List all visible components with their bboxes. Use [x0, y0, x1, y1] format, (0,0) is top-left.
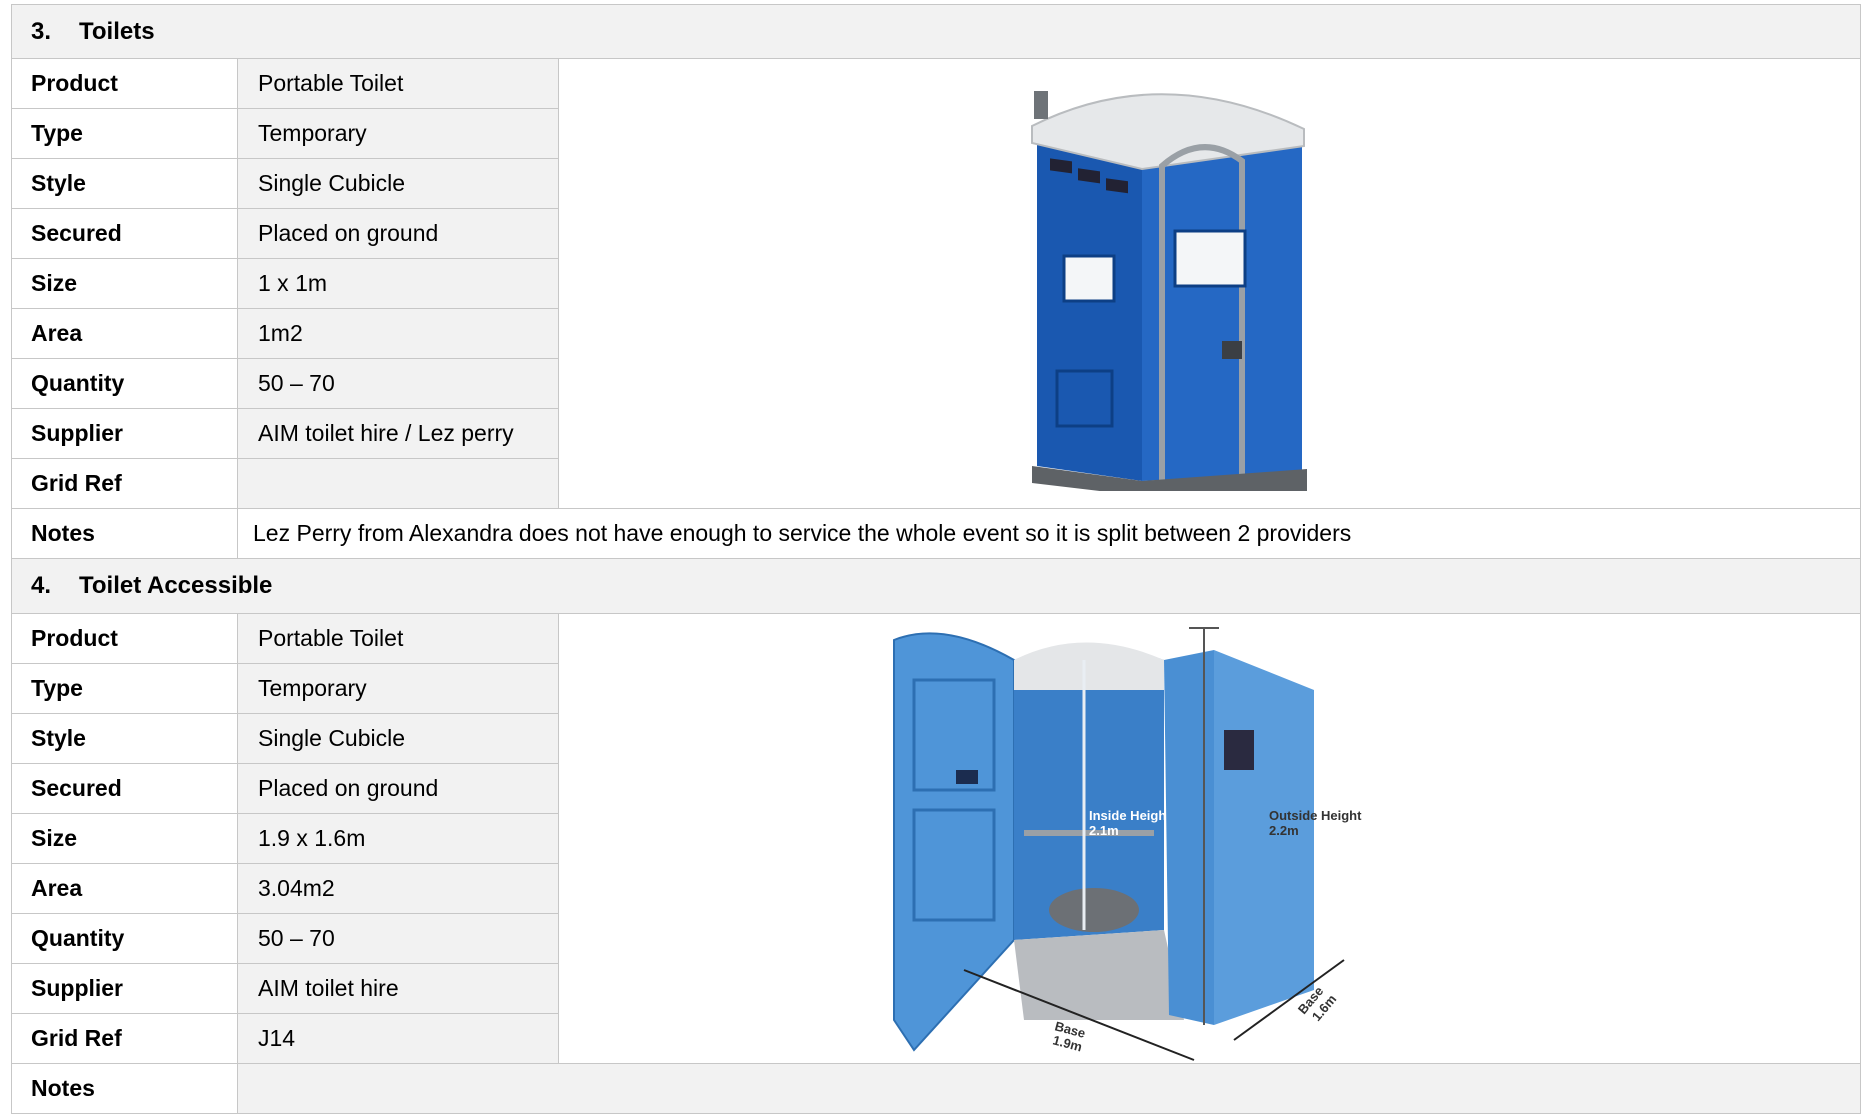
- row-value: Placed on ground: [237, 763, 559, 814]
- toilet-image-cell: [558, 58, 1861, 509]
- row-label: Grid Ref: [11, 458, 238, 509]
- blue-portable-toilet-photo: [560, 60, 1860, 508]
- section-title: Toilets: [79, 17, 155, 45]
- section-number: 3.: [31, 17, 52, 45]
- row-label: Secured: [11, 208, 238, 259]
- notes-text: Lez Perry from Alexandra does not have e…: [237, 508, 1861, 559]
- row-label: Quantity: [11, 913, 238, 964]
- row-value: AIM toilet hire / Lez perry: [237, 408, 559, 459]
- section-header-toilets: 3. Toilets: [11, 4, 1861, 59]
- section-title: Toilet Accessible: [79, 572, 273, 599]
- row-value: AIM toilet hire: [237, 963, 559, 1014]
- row-label: Quantity: [11, 358, 238, 409]
- row-value: Single Cubicle: [237, 713, 559, 764]
- row-label: Product: [11, 58, 238, 109]
- row-label: Grid Ref: [11, 1013, 238, 1064]
- table-row: Product Portable Toilet: [11, 613, 1861, 1064]
- row-label: Secured: [11, 763, 238, 814]
- accessible-portable-toilet-photo: Inside Height 2.1m Outside Height 2.2m B…: [560, 615, 1860, 1063]
- row-value: Single Cubicle: [237, 158, 559, 209]
- row-label: Area: [11, 863, 238, 914]
- row-label: Supplier: [11, 963, 238, 1014]
- table-row: Product Portable Toilet: [11, 58, 1861, 509]
- inside-height-value: 2.1m: [1089, 823, 1119, 838]
- notes-label: Notes: [11, 508, 238, 559]
- row-label: Size: [11, 258, 238, 309]
- notes-text: [237, 1063, 1861, 1114]
- row-value: Placed on ground: [237, 208, 559, 259]
- row-label: Supplier: [11, 408, 238, 459]
- outside-height-value: 2.2m: [1269, 823, 1299, 838]
- row-value: 1 x 1m: [237, 258, 559, 309]
- row-label: Area: [11, 308, 238, 359]
- outside-height-label: Outside Height: [1269, 808, 1362, 823]
- notes-row: Notes: [11, 1063, 1861, 1114]
- row-value: 1m2: [237, 308, 559, 359]
- row-value: Temporary: [237, 663, 559, 714]
- row-value: 3.04m2: [237, 863, 559, 914]
- row-value: Portable Toilet: [237, 58, 559, 109]
- row-label: Type: [11, 108, 238, 159]
- row-label: Size: [11, 813, 238, 864]
- row-label: Product: [11, 613, 238, 664]
- row-value: 50 – 70: [237, 913, 559, 964]
- section-header-toilet-accessible: 4. Toilet Accessible: [11, 558, 1861, 614]
- notes-row: Notes Lez Perry from Alexandra does not …: [11, 508, 1861, 559]
- row-value: Temporary: [237, 108, 559, 159]
- notes-label: Notes: [11, 1063, 238, 1114]
- row-label: Type: [11, 663, 238, 714]
- accessible-toilet-illustration: Inside Height 2.1m Outside Height 2.2m B…: [893, 627, 1362, 1061]
- row-value: [237, 458, 559, 509]
- accessible-toilet-image-cell: Inside Height 2.1m Outside Height 2.2m B…: [558, 613, 1861, 1064]
- row-value: J14: [237, 1013, 559, 1064]
- spec-table: 3. Toilets Product Portable Toilet Type …: [11, 4, 1861, 1114]
- portable-toilet-illustration: [1031, 91, 1307, 491]
- row-value: 50 – 70: [237, 358, 559, 409]
- row-label: Style: [11, 713, 238, 764]
- row-value: Portable Toilet: [237, 613, 559, 664]
- inside-height-label: Inside Height: [1089, 808, 1171, 823]
- row-value: 1.9 x 1.6m: [237, 813, 559, 864]
- document-page: 3. Toilets Product Portable Toilet Type …: [0, 0, 1861, 1114]
- section-number: 4.: [31, 572, 52, 599]
- row-label: Style: [11, 158, 238, 209]
